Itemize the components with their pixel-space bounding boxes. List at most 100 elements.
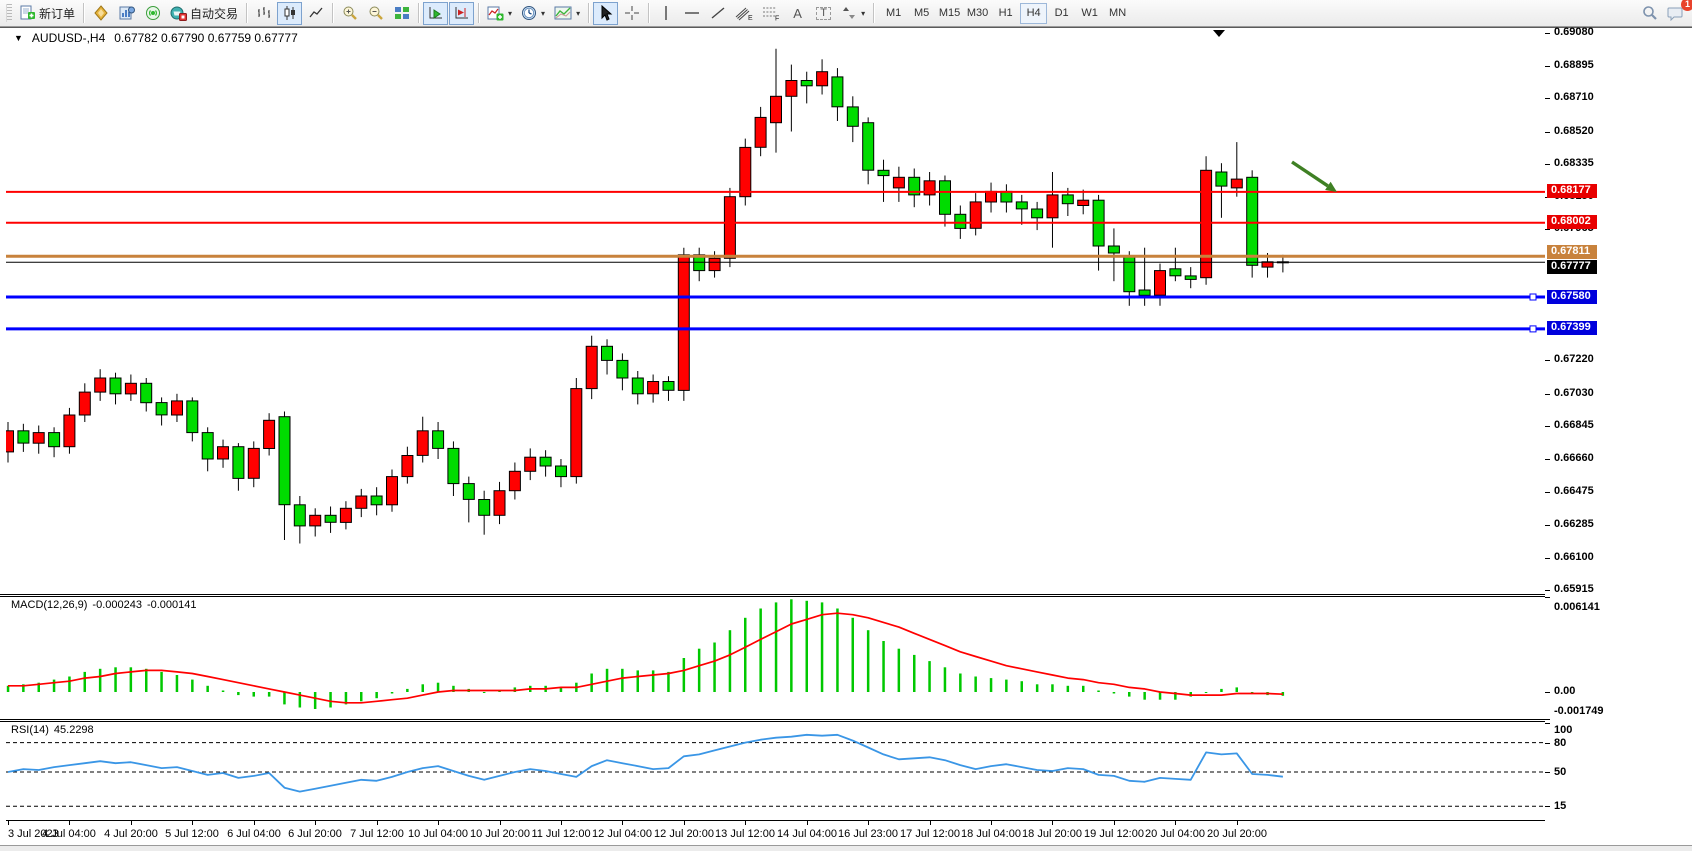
arrows-tool-button[interactable]: ▾ xyxy=(837,2,869,25)
fibonacci-button[interactable]: F xyxy=(758,2,784,25)
chart-title: ▼ AUDUSD-,H4 0.67782 0.67790 0.67759 0.6… xyxy=(14,31,298,45)
date-axis[interactable]: 3 Jul 20234 Jul 04:004 Jul 20:005 Jul 12… xyxy=(6,820,1545,846)
tf-m30-button[interactable]: M30 xyxy=(964,3,991,24)
price-axis[interactable]: 0.690800.688950.687100.685200.683350.681… xyxy=(1545,28,1692,820)
rsi-tick-label: 50 xyxy=(1554,766,1566,778)
toolbar-separator xyxy=(332,3,333,23)
macd-panel[interactable]: MACD(12,26,9) -0.000243 -0.000141 xyxy=(6,597,1545,719)
text-icon: A xyxy=(793,7,802,20)
macd-chart[interactable] xyxy=(6,597,1545,719)
date-label: 12 Jul 04:00 xyxy=(592,828,652,840)
candlestick-chart[interactable] xyxy=(6,28,1545,594)
periods-dropdown-caret[interactable]: ▾ xyxy=(541,9,545,18)
auto-trading-icon xyxy=(170,5,187,21)
tf-m15-button[interactable]: M15 xyxy=(936,3,963,24)
date-label: 10 Jul 20:00 xyxy=(470,828,530,840)
market-watch-button[interactable] xyxy=(114,2,139,25)
tf-h1-button[interactable]: H1 xyxy=(992,3,1019,24)
date-label: 13 Jul 12:00 xyxy=(715,828,775,840)
trendline-button[interactable] xyxy=(705,2,730,25)
candlestick-chart-button[interactable] xyxy=(277,2,302,25)
new-order-icon xyxy=(19,5,36,21)
new-order-button[interactable]: 新订单 xyxy=(15,2,79,25)
zoom-out-button[interactable] xyxy=(363,2,388,25)
bar-chart-icon xyxy=(256,5,272,21)
zoom-in-button[interactable] xyxy=(337,2,362,25)
date-tick xyxy=(1237,821,1238,825)
tf-d1-button[interactable]: D1 xyxy=(1048,3,1075,24)
tf-h4-button[interactable]: H4 xyxy=(1020,3,1047,24)
periods-button[interactable]: ▾ xyxy=(517,2,549,25)
date-label: 6 Jul 20:00 xyxy=(288,828,342,840)
price-tick-dash xyxy=(1545,66,1550,67)
toolbar-drag-handle[interactable] xyxy=(6,4,12,22)
templates-dropdown-caret[interactable]: ▾ xyxy=(576,9,580,18)
navigator-icon xyxy=(93,5,109,21)
notification-badge: 1 xyxy=(1681,0,1692,11)
auto-scroll-icon xyxy=(428,5,444,21)
cursor-button[interactable] xyxy=(593,2,618,25)
date-label: 11 Jul 12:00 xyxy=(531,828,590,840)
rsi-label: RSI(14) 45.2298 xyxy=(11,724,94,736)
price-badge: 0.67399 xyxy=(1547,321,1597,335)
rsi-tick-label: 15 xyxy=(1554,800,1566,812)
candlestick-chart-icon xyxy=(282,5,298,21)
channel-icon: E xyxy=(735,5,753,21)
date-label: 16 Jul 23:00 xyxy=(838,828,898,840)
tf-m1-button[interactable]: M1 xyxy=(880,3,907,24)
text-button[interactable]: A xyxy=(785,2,810,25)
price-tick-label: 0.69080 xyxy=(1554,26,1594,38)
date-tick xyxy=(254,821,255,825)
rsi-tick-dash xyxy=(1545,772,1550,773)
chart-shift-marker[interactable] xyxy=(1213,30,1225,37)
date-tick xyxy=(1175,821,1176,825)
price-tick-dash xyxy=(1545,164,1550,165)
rsi-panel[interactable]: RSI(14) 45.2298 xyxy=(6,722,1545,820)
price-tick-dash xyxy=(1545,132,1550,133)
fibonacci-icon: F xyxy=(762,5,780,21)
navigator-button[interactable] xyxy=(88,2,113,25)
price-tick-dash xyxy=(1545,459,1550,460)
auto-trading-button[interactable]: 自动交易 xyxy=(166,2,242,25)
chart-shift-button[interactable] xyxy=(449,2,474,25)
horizontal-line-icon xyxy=(684,5,700,21)
auto-scroll-button[interactable] xyxy=(423,2,448,25)
price-badge: 0.68177 xyxy=(1547,184,1597,198)
indicators-dropdown-caret[interactable]: ▾ xyxy=(508,9,512,18)
price-tick-dash xyxy=(1545,33,1550,34)
templates-button[interactable]: ▾ xyxy=(550,2,584,25)
price-chart-panel[interactable]: ▼ AUDUSD-,H4 0.67782 0.67790 0.67759 0.6… xyxy=(6,28,1545,594)
sound-alert-button[interactable] xyxy=(140,2,165,25)
bar-chart-button[interactable] xyxy=(251,2,276,25)
search-button[interactable] xyxy=(1637,2,1662,25)
indicators-button[interactable]: ▾ xyxy=(483,2,516,25)
macd-label: MACD(12,26,9) -0.000243 -0.000141 xyxy=(11,599,197,611)
toolbar-separator xyxy=(418,3,419,23)
price-badge: 0.67580 xyxy=(1547,290,1597,304)
equidistant-channel-button[interactable]: E xyxy=(731,2,757,25)
tf-m5-button[interactable]: M5 xyxy=(908,3,935,24)
svg-text:F: F xyxy=(775,16,779,22)
date-tick xyxy=(131,821,132,825)
vertical-line-button[interactable] xyxy=(653,2,678,25)
indicators-icon xyxy=(487,5,504,21)
crosshair-button[interactable] xyxy=(619,2,644,25)
tf-w1-button[interactable]: W1 xyxy=(1076,3,1103,24)
arrow-annotation[interactable] xyxy=(1292,162,1337,192)
arrows-dropdown-caret[interactable]: ▾ xyxy=(861,9,865,18)
line-chart-button[interactable] xyxy=(303,2,328,25)
tf-mn-button[interactable]: MN xyxy=(1104,3,1131,24)
tile-windows-button[interactable] xyxy=(389,2,414,25)
text-label-button[interactable]: T xyxy=(811,2,836,25)
chart-menu-icon[interactable]: ▼ xyxy=(14,33,23,43)
price-tick-label: 0.66100 xyxy=(1554,551,1594,563)
search-icon xyxy=(1642,5,1658,21)
rsi-chart[interactable] xyxy=(6,722,1545,820)
horizontal-line-button[interactable] xyxy=(679,2,704,25)
rsi-tick-dash xyxy=(1545,723,1550,724)
market-watch-icon xyxy=(119,5,135,21)
toolbar-separator xyxy=(478,3,479,23)
price-tick-dash xyxy=(1545,525,1550,526)
date-tick xyxy=(684,821,685,825)
macd-signal-line xyxy=(8,613,1283,703)
